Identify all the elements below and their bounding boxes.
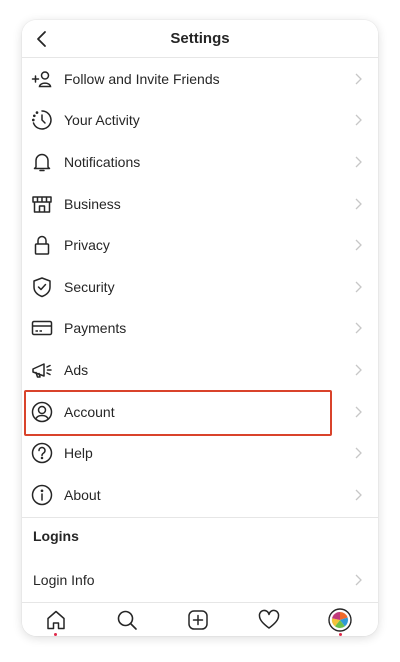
bell-icon	[31, 151, 53, 173]
menu-item-account[interactable]: Account	[22, 391, 378, 433]
menu-item-label: Follow and Invite Friends	[64, 70, 220, 87]
card-icon	[31, 317, 53, 339]
menu-item-label: Privacy	[64, 237, 110, 254]
settings-screen: Settings Follow and Invite Friends Your …	[22, 20, 378, 636]
chevron-right-icon	[354, 364, 362, 376]
store-icon	[31, 193, 53, 215]
menu-item-label: Notifications	[64, 153, 141, 170]
menu-item-notifications[interactable]: Notifications	[22, 141, 378, 183]
chevron-right-icon	[354, 156, 362, 168]
menu-item-label: About	[64, 486, 101, 503]
tab-search[interactable]	[113, 606, 141, 634]
menu-item-label: Account	[64, 403, 115, 420]
menu-item-security[interactable]: Security	[22, 266, 378, 308]
info-icon	[31, 484, 53, 506]
bottom-tab-bar	[22, 602, 378, 636]
activity-icon	[31, 109, 53, 131]
chevron-right-icon	[354, 489, 362, 501]
logins-section-title: Logins	[33, 528, 79, 544]
tab-profile[interactable]	[326, 606, 354, 634]
chevron-right-icon	[354, 114, 362, 126]
search-icon	[117, 610, 137, 630]
section-divider	[22, 517, 378, 518]
page-title: Settings	[170, 30, 230, 47]
heart-icon	[258, 609, 280, 629]
menu-item-payments[interactable]: Payments	[22, 308, 378, 350]
chevron-right-icon	[354, 406, 362, 418]
chevron-right-icon	[354, 447, 362, 459]
new-post-icon	[188, 610, 208, 630]
help-icon	[31, 442, 53, 464]
menu-item-privacy[interactable]: Privacy	[22, 224, 378, 266]
menu-item-label: Help	[64, 445, 93, 462]
notification-dot	[54, 633, 57, 636]
menu-item-your-activity[interactable]: Your Activity	[22, 100, 378, 142]
chevron-right-icon	[354, 322, 362, 334]
menu-item-label: Ads	[64, 361, 89, 378]
menu-item-label: Business	[64, 195, 121, 212]
menu-item-follow-invite[interactable]: Follow and Invite Friends	[22, 58, 378, 100]
chevron-right-icon	[354, 198, 362, 210]
add-person-icon	[31, 68, 53, 90]
account-circle-icon	[31, 401, 53, 423]
notification-dot	[339, 633, 342, 636]
menu-item-ads[interactable]: Ads	[22, 349, 378, 391]
menu-item-business[interactable]: Business	[22, 183, 378, 225]
menu-item-label: Your Activity	[64, 112, 140, 129]
home-icon	[47, 610, 65, 630]
chevron-right-icon	[354, 239, 362, 251]
lock-icon	[31, 234, 53, 256]
tab-home[interactable]	[42, 606, 70, 634]
megaphone-icon	[31, 359, 53, 381]
menu-item-label: Security	[64, 278, 115, 295]
menu-item-about[interactable]: About	[22, 474, 378, 516]
profile-avatar-icon	[328, 608, 352, 632]
tab-new-post[interactable]	[184, 606, 212, 634]
login-info-label: Login Info	[33, 572, 95, 588]
header-bar: Settings	[22, 20, 378, 58]
chevron-right-icon	[354, 73, 362, 85]
menu-item-login-info[interactable]: Login Info	[22, 560, 378, 600]
screenshot-stage: Settings Follow and Invite Friends Your …	[0, 0, 400, 662]
menu-item-label: Payments	[64, 320, 127, 337]
shield-check-icon	[31, 276, 53, 298]
chevron-right-icon	[354, 574, 362, 586]
settings-menu: Follow and Invite Friends Your Activity	[22, 58, 378, 516]
menu-item-help[interactable]: Help	[22, 432, 378, 474]
tab-activity[interactable]	[255, 606, 283, 634]
chevron-right-icon	[354, 281, 362, 293]
